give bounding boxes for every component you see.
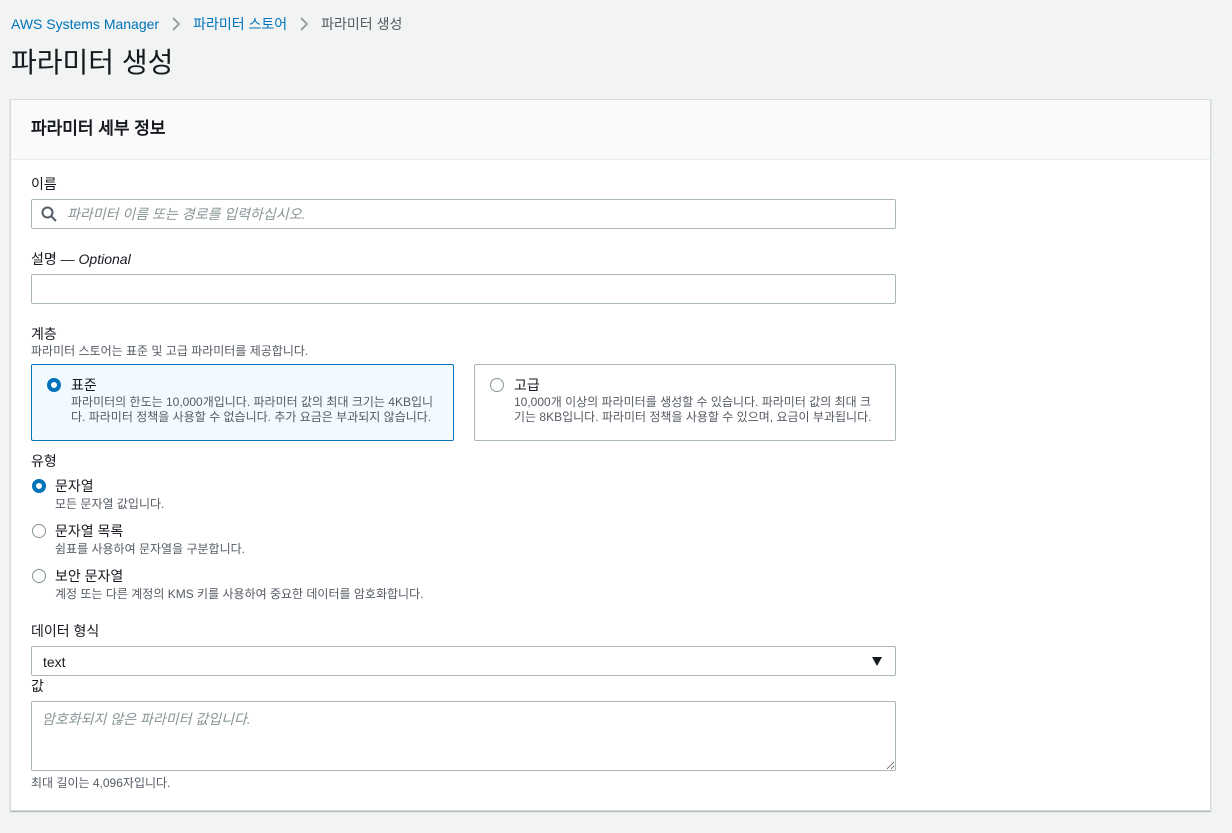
tier-option-advanced[interactable]: 고급 10,000개 이상의 파라미터를 생성할 수 있습니다. 파라미터 값의…: [474, 364, 896, 441]
type-securestring-desc: 계정 또는 다른 계정의 KMS 키를 사용하여 중요한 데이터를 암호화합니다…: [55, 587, 424, 601]
caret-down-icon: [872, 657, 882, 666]
chevron-right-icon: [300, 17, 309, 31]
description-label-text: 설명: [31, 251, 57, 267]
data-type-selected-value: text: [43, 654, 66, 670]
tier-advanced-title: 고급: [514, 377, 540, 393]
type-option-stringlist[interactable]: 문자열 목록 쉼표를 사용하여 문자열을 구분합니다.: [31, 523, 631, 559]
tier-advanced-radio[interactable]: [490, 378, 504, 392]
name-label: 이름: [31, 176, 57, 192]
tier-option-standard[interactable]: 표준 파라미터의 한도는 10,000개입니다. 파라미터 값의 최대 크기는 …: [31, 364, 454, 441]
parameter-details-panel: 파라미터 세부 정보 이름 설명 — Optional 계층 파라미터 스토어는…: [10, 99, 1211, 811]
type-stringlist-title: 문자열 목록: [55, 523, 124, 539]
tier-hint: 파라미터 스토어는 표준 및 고급 파라미터를 제공합니다.: [31, 344, 309, 358]
name-input[interactable]: [31, 199, 896, 229]
type-securestring-title: 보안 문자열: [55, 568, 124, 584]
breadcrumb-link-parameter-store[interactable]: 파라미터 스토어: [193, 14, 287, 34]
type-string-desc: 모든 문자열 값입니다.: [55, 497, 165, 511]
type-stringlist-radio[interactable]: [32, 524, 46, 538]
name-field-wrapper: [31, 199, 896, 229]
description-input[interactable]: [31, 274, 896, 304]
data-type-label: 데이터 형식: [31, 623, 100, 639]
breadcrumb-current: 파라미터 생성: [321, 16, 403, 32]
data-type-select[interactable]: text: [31, 646, 896, 676]
type-label: 유형: [31, 453, 57, 469]
search-icon: [41, 206, 57, 222]
optional-label: — Optional: [60, 251, 131, 267]
page-title: 파라미터 생성: [11, 47, 174, 78]
type-string-radio[interactable]: [32, 479, 46, 493]
panel-title: 파라미터 세부 정보: [31, 119, 166, 138]
breadcrumb-link-systems-manager[interactable]: AWS Systems Manager: [11, 16, 159, 32]
type-option-string[interactable]: 문자열 모든 문자열 값입니다.: [31, 478, 631, 514]
tier-label: 계층: [31, 326, 57, 342]
tier-advanced-desc: 10,000개 이상의 파라미터를 생성할 수 있습니다. 파라미터 값의 최대…: [514, 395, 872, 424]
type-option-securestring[interactable]: 보안 문자열 계정 또는 다른 계정의 KMS 키를 사용하여 중요한 데이터를…: [31, 568, 631, 604]
tier-standard-title: 표준: [71, 377, 97, 393]
tier-standard-desc: 파라미터의 한도는 10,000개입니다. 파라미터 값의 최대 크기는 4KB…: [71, 395, 434, 424]
value-textarea[interactable]: [31, 701, 896, 771]
panel-header: 파라미터 세부 정보: [11, 100, 1210, 160]
description-label: 설명 — Optional: [31, 250, 131, 268]
type-string-title: 문자열: [55, 478, 94, 494]
type-securestring-radio[interactable]: [32, 569, 46, 583]
value-hint: 최대 길이는 4,096자입니다.: [31, 776, 171, 790]
tier-standard-radio[interactable]: [47, 378, 61, 392]
value-label: 값: [31, 678, 44, 694]
type-stringlist-desc: 쉼표를 사용하여 문자열을 구분합니다.: [55, 542, 245, 556]
chevron-right-icon: [172, 17, 181, 31]
breadcrumb: AWS Systems Manager 파라미터 스토어 파라미터 생성: [11, 14, 402, 34]
